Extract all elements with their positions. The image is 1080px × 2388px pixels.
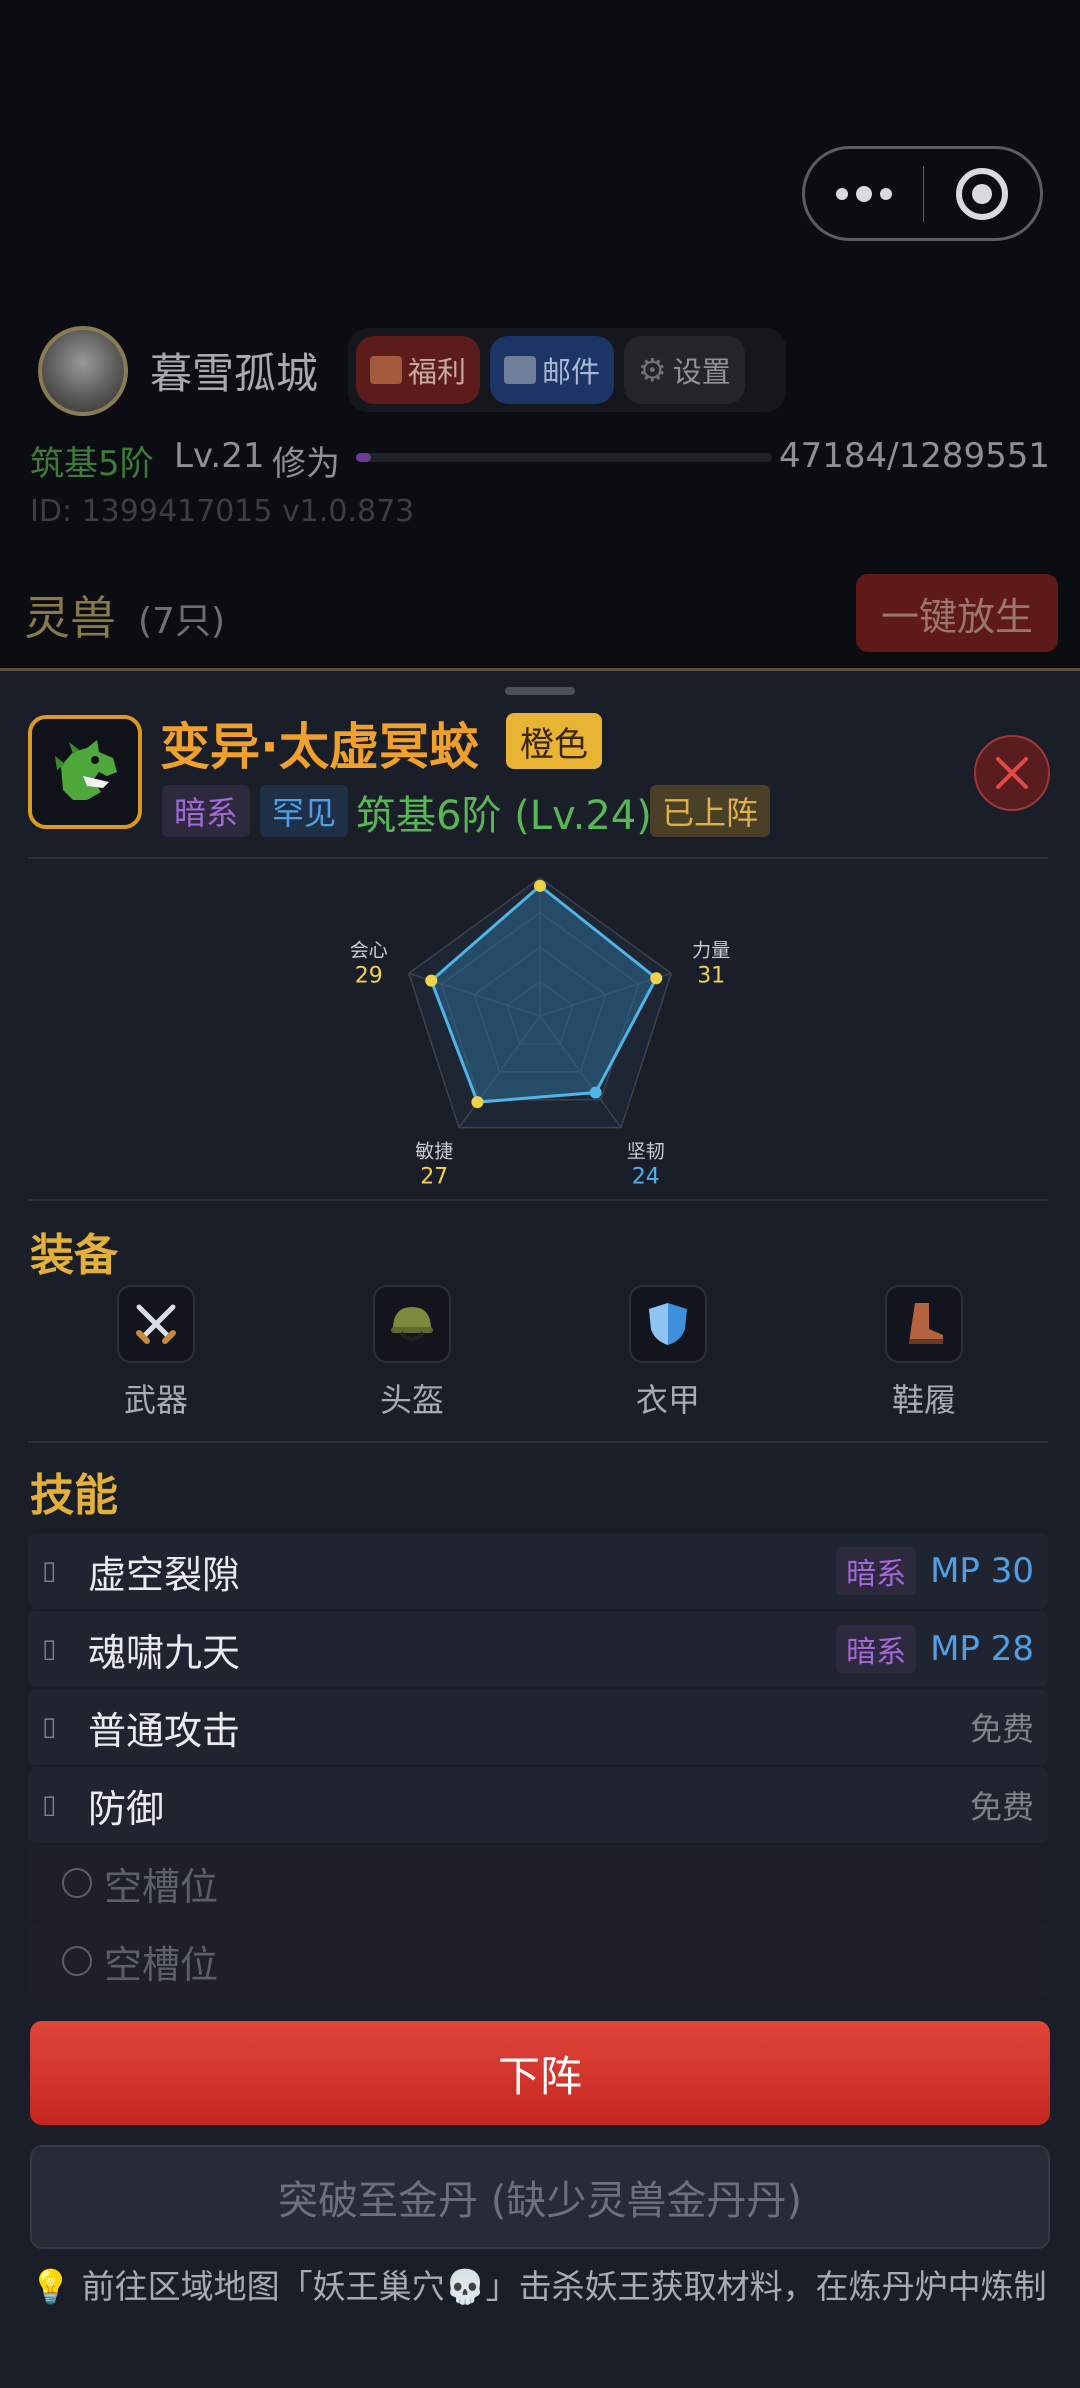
player-name: 暮雪孤城 xyxy=(150,349,319,398)
empty-skill-slot[interactable]: 空槽位 xyxy=(28,1845,1048,1921)
radar-point xyxy=(589,1086,602,1099)
skill-element-tag: 暗系 xyxy=(836,1547,917,1595)
equip-label-helmet: 头盔 xyxy=(379,1381,444,1419)
radar-axis-value: 24 xyxy=(632,1165,660,1190)
hint-text: 💡 前往区域地图「妖王巢穴💀」击杀妖王获取材料，在炼丹炉中炼制 xyxy=(30,2267,1047,2306)
xp-progress-fill xyxy=(356,453,372,462)
welfare-label: 福利 xyxy=(408,355,467,389)
equip-slot-boots[interactable]: 鞋履 xyxy=(854,1285,994,1421)
pet-realm: 筑基6阶 (Lv.24) xyxy=(356,793,652,839)
radar-point xyxy=(471,1096,484,1109)
helmet-icon xyxy=(391,1307,433,1341)
player-id-version: ID: 1399417015 v1.0.873 xyxy=(30,494,415,529)
skill-row[interactable]: ▯ 普通攻击 免费 xyxy=(28,1689,1048,1765)
equip-slot-weapon[interactable]: 武器 xyxy=(86,1285,226,1421)
shield-icon xyxy=(649,1303,687,1345)
boot-icon xyxy=(909,1303,943,1344)
skill-name: 普通攻击 xyxy=(88,1708,241,1753)
unequip-button[interactable]: 下阵 xyxy=(30,2021,1050,2125)
skill-row[interactable]: ▯ 虚空裂隙 暗系 MP 30 xyxy=(28,1533,1048,1609)
release-all-button[interactable]: 一键放生 xyxy=(856,574,1058,652)
empty-circle-icon xyxy=(62,1946,92,1976)
attribute-radar-chart: 力量31 坚韧24 敏捷27 会心29 xyxy=(350,877,730,1190)
equipment-title: 装备 xyxy=(30,1230,118,1281)
crossed-swords-icon xyxy=(136,1304,176,1344)
sheet-grabber[interactable] xyxy=(505,687,575,695)
skills-title: 技能 xyxy=(30,1470,118,1521)
breakthrough-button[interactable]: 突破至金丹 (缺少灵兽金丹丹) xyxy=(30,2145,1050,2249)
radar-axis-label: 力量 xyxy=(692,939,730,961)
radar-axis-label: 坚韧 xyxy=(627,1141,665,1163)
pet-detail-sheet: 变异·太虚冥蛟 橙色 暗系 罕见 筑基6阶 (Lv.24) 已上阵 力量 31 坚韧… xyxy=(0,668,1080,2388)
radar-axis-value: 31 xyxy=(697,963,725,988)
skill-name: 虚空裂隙 xyxy=(88,1552,241,1597)
settings-label: 设置 xyxy=(672,355,731,389)
skill-icon: ▯ xyxy=(42,1556,57,1586)
equip-label-boots: 鞋履 xyxy=(891,1381,956,1419)
radar-axis-label: 会心 xyxy=(350,939,388,961)
pets-section-title: 灵兽 xyxy=(24,591,116,645)
gift-icon xyxy=(370,356,402,384)
skill-icon: ▯ xyxy=(42,1634,57,1664)
radar-point xyxy=(425,974,438,987)
player-realm: 筑基5阶 xyxy=(30,444,154,484)
pet-avatar xyxy=(28,715,142,829)
close-icon xyxy=(996,757,1028,789)
radar-point xyxy=(534,879,546,892)
equipment-divider xyxy=(28,1441,1048,1443)
skill-name: 防御 xyxy=(88,1786,165,1831)
skill-cost: 免费 xyxy=(969,1710,1034,1748)
skill-cost: 免费 xyxy=(969,1788,1034,1826)
skill-cost: MP 28 xyxy=(930,1629,1034,1669)
more-menu-button[interactable] xyxy=(805,149,923,238)
skill-element-tag: 暗系 xyxy=(836,1625,917,1673)
mailbox-icon xyxy=(504,356,537,384)
equip-label-armor: 衣甲 xyxy=(635,1381,700,1419)
close-button[interactable] xyxy=(974,735,1050,811)
radar-axis-value: 29 xyxy=(355,963,383,988)
welfare-button[interactable]: 福利 xyxy=(356,336,481,404)
radar-axis-value: 27 xyxy=(420,1165,448,1190)
skill-icon: ▯ xyxy=(42,1712,57,1742)
equip-slot-helmet[interactable]: 头盔 xyxy=(342,1285,482,1421)
miniprogram-capsule xyxy=(802,146,1043,241)
pet-name: 变异·太虚冥蛟 xyxy=(160,718,479,776)
equip-slot-armor[interactable]: 衣甲 xyxy=(598,1285,738,1421)
skill-row[interactable]: ▯ 魂啸九天 暗系 MP 28 xyxy=(28,1611,1048,1687)
radar-axis-label: 敏捷 xyxy=(415,1141,453,1163)
player-level: Lv.21 xyxy=(174,436,265,476)
radar-point xyxy=(650,972,663,985)
skill-row[interactable]: ▯ 防御 免费 xyxy=(28,1767,1048,1843)
close-miniprogram-button[interactable] xyxy=(924,149,1040,238)
gear-icon: ⚙ xyxy=(638,351,667,389)
xp-progress-bar xyxy=(356,453,772,462)
target-icon xyxy=(956,167,1009,220)
mail-label: 邮件 xyxy=(542,355,601,389)
xp-label: 修为 xyxy=(272,444,340,484)
settings-button[interactable]: ⚙ 设置 xyxy=(624,336,745,404)
skill-name: 魂啸九天 xyxy=(88,1630,241,1675)
equip-label-weapon: 武器 xyxy=(123,1381,188,1419)
xp-value: 47184/1289551 xyxy=(778,436,1050,476)
dragon-icon xyxy=(55,740,117,800)
pets-count: (7只) xyxy=(138,601,225,642)
grade-tag: 罕见 xyxy=(260,785,349,837)
mail-button[interactable]: 邮件 xyxy=(490,336,615,404)
deployed-status-badge: 已上阵 xyxy=(650,785,771,837)
avatar[interactable] xyxy=(38,326,128,416)
empty-slot-label: 空槽位 xyxy=(104,1942,219,1987)
empty-slot-label: 空槽位 xyxy=(104,1864,219,1909)
skill-icon: ▯ xyxy=(42,1790,57,1820)
rarity-badge: 橙色 xyxy=(506,713,602,769)
empty-circle-icon xyxy=(62,1868,92,1898)
skill-cost: MP 30 xyxy=(930,1551,1034,1591)
empty-skill-slot[interactable]: 空槽位 xyxy=(28,1923,1048,1999)
radar-divider xyxy=(28,1199,1048,1201)
element-tag: 暗系 xyxy=(162,785,251,837)
header-button-group: 福利 邮件 ⚙ 设置 xyxy=(348,328,786,412)
